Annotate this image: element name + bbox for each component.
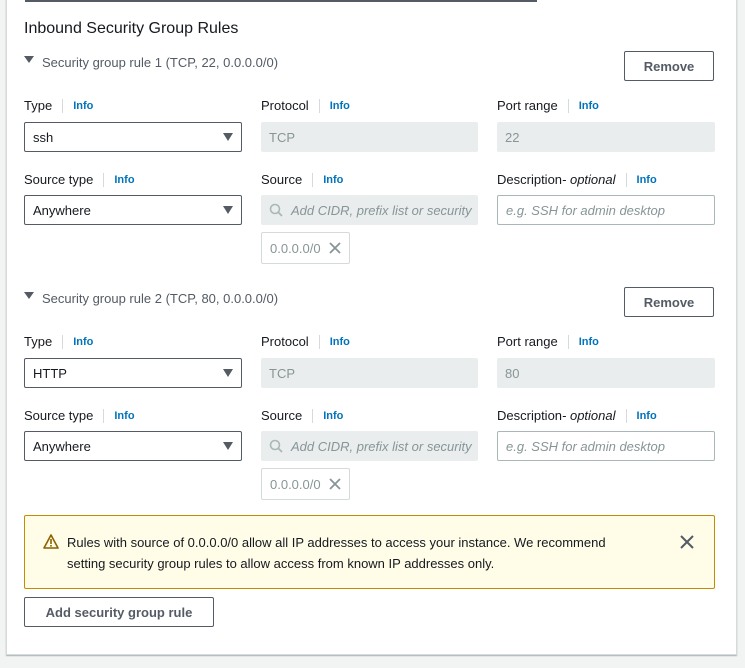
dropdown-arrow-icon bbox=[223, 369, 233, 377]
source-label: Source Info bbox=[261, 408, 343, 423]
info-link[interactable]: Info bbox=[114, 174, 134, 186]
close-icon[interactable] bbox=[680, 535, 694, 549]
source-label-text: Source bbox=[261, 172, 303, 187]
port-range-field: 22 bbox=[497, 122, 715, 152]
description-label: Description - optional Info bbox=[497, 408, 657, 423]
optional-label: - optional bbox=[562, 408, 616, 423]
source_type-label-text: Source type bbox=[24, 172, 94, 187]
source-token-value: 0.0.0.0/0 bbox=[270, 240, 321, 256]
info-link[interactable]: Info bbox=[579, 336, 599, 348]
port-range-field: 80 bbox=[497, 358, 715, 388]
warning-alert: Rules with source of 0.0.0.0/0 allow all… bbox=[24, 515, 715, 589]
rule-1-header[interactable]: Security group rule 1 (TCP, 22, 0.0.0.0/… bbox=[24, 55, 278, 70]
remove-token-icon[interactable] bbox=[328, 242, 341, 254]
source_type-label: Source type Info bbox=[24, 172, 135, 187]
dropdown-arrow-icon bbox=[223, 133, 233, 141]
source-type-value: Anywhere bbox=[33, 202, 91, 218]
source-placeholder: Add CIDR, prefix list or security bbox=[291, 438, 472, 454]
source_type-label-text: Source type bbox=[24, 408, 94, 423]
description-input[interactable]: e.g. SSH for admin desktop bbox=[497, 195, 715, 225]
alert-text-line1: Rules with source of 0.0.0.0/0 allow all… bbox=[67, 535, 606, 550]
source-placeholder: Add CIDR, prefix list or security bbox=[291, 202, 472, 218]
port_range-label-text: Port range bbox=[497, 334, 558, 349]
optional-label: - optional bbox=[562, 172, 616, 187]
protocol-label-text: Protocol bbox=[261, 98, 309, 113]
source-type-value: Anywhere bbox=[33, 438, 91, 454]
description-input[interactable]: e.g. SSH for admin desktop bbox=[497, 431, 715, 461]
type-label-text: Type bbox=[24, 334, 53, 349]
description-label-text: Description bbox=[497, 408, 563, 423]
alert-text-line2: setting security group rules to allow ac… bbox=[67, 556, 495, 571]
info-link[interactable]: Info bbox=[637, 410, 657, 422]
protocol-field: TCP bbox=[261, 122, 478, 152]
divider bbox=[25, 0, 537, 2]
type-value: ssh bbox=[33, 129, 54, 145]
source-token: 0.0.0.0/0 bbox=[261, 468, 350, 500]
search-icon bbox=[269, 439, 283, 453]
source_type-label: Source type Info bbox=[24, 408, 135, 423]
add-security-group-rule-button[interactable]: Add security group rule bbox=[24, 597, 214, 627]
source-search-input[interactable]: Add CIDR, prefix list or security bbox=[261, 431, 478, 461]
info-link[interactable]: Info bbox=[73, 336, 93, 348]
info-link[interactable]: Info bbox=[637, 174, 657, 186]
source-token-value: 0.0.0.0/0 bbox=[270, 476, 321, 492]
search-icon bbox=[269, 203, 283, 217]
caret-down-icon[interactable] bbox=[24, 292, 34, 299]
remove-token-icon[interactable] bbox=[328, 478, 341, 490]
source-type-select[interactable]: Anywhere bbox=[24, 195, 242, 225]
type-select[interactable]: ssh bbox=[24, 122, 242, 152]
info-link[interactable]: Info bbox=[114, 410, 134, 422]
dropdown-arrow-icon bbox=[223, 206, 233, 214]
source-label: Source Info bbox=[261, 172, 343, 187]
port_range-label: Port range Info bbox=[497, 334, 599, 349]
protocol-label-text: Protocol bbox=[261, 334, 309, 349]
protocol-field: TCP bbox=[261, 358, 478, 388]
source-label-text: Source bbox=[261, 408, 303, 423]
warning-icon bbox=[43, 534, 59, 549]
description-label: Description - optional Info bbox=[497, 172, 657, 187]
info-link[interactable]: Info bbox=[323, 174, 343, 186]
info-link[interactable]: Info bbox=[330, 100, 350, 112]
rule-title: Security group rule 2 (TCP, 80, 0.0.0.0/… bbox=[42, 291, 279, 306]
source-token: 0.0.0.0/0 bbox=[261, 232, 350, 264]
info-link[interactable]: Info bbox=[330, 336, 350, 348]
protocol-label: Protocol Info bbox=[261, 98, 350, 113]
port_range-label: Port range Info bbox=[497, 98, 599, 113]
info-link[interactable]: Info bbox=[579, 100, 599, 112]
info-link[interactable]: Info bbox=[323, 410, 343, 422]
caret-down-icon[interactable] bbox=[24, 56, 34, 63]
type-label-text: Type bbox=[24, 98, 53, 113]
source-search-input[interactable]: Add CIDR, prefix list or security bbox=[261, 195, 478, 225]
rule-title: Security group rule 1 (TCP, 22, 0.0.0.0/… bbox=[42, 55, 279, 70]
type-value: HTTP bbox=[33, 365, 67, 381]
type-label: Type Info bbox=[24, 334, 93, 349]
remove-rule-button[interactable]: Remove bbox=[624, 51, 714, 81]
dropdown-arrow-icon bbox=[223, 442, 233, 450]
port_range-label-text: Port range bbox=[497, 98, 558, 113]
source-type-select[interactable]: Anywhere bbox=[24, 431, 242, 461]
description-label-text: Description bbox=[497, 172, 563, 187]
type-label: Type Info bbox=[24, 98, 93, 113]
section-title: Inbound Security Group Rules bbox=[24, 20, 239, 37]
type-select[interactable]: HTTP bbox=[24, 358, 242, 388]
protocol-label: Protocol Info bbox=[261, 334, 350, 349]
rule-2-header[interactable]: Security group rule 2 (TCP, 80, 0.0.0.0/… bbox=[24, 291, 278, 306]
info-link[interactable]: Info bbox=[73, 100, 93, 112]
remove-rule-button[interactable]: Remove bbox=[624, 287, 714, 317]
